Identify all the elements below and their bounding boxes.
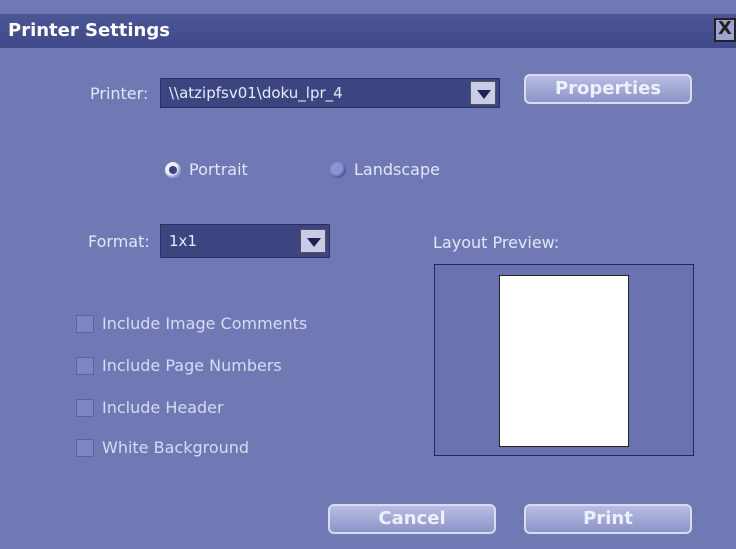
landscape-radio[interactable]: Landscape (330, 160, 440, 179)
include-image-comments-checkbox[interactable]: Include Image Comments (76, 314, 307, 333)
print-button[interactable]: Print (524, 504, 692, 534)
portrait-label: Portrait (189, 160, 248, 179)
include-header-checkbox[interactable]: Include Header (76, 398, 224, 417)
printer-settings-dialog: Printer Settings X Printer: \\atzipfsv01… (0, 0, 736, 549)
close-button[interactable]: X (714, 18, 736, 42)
radio-unchecked-icon (330, 161, 346, 178)
chevron-down-icon[interactable] (300, 229, 326, 253)
format-select[interactable]: 1x1 (160, 224, 330, 258)
checkbox-icon (76, 314, 94, 333)
format-select-value: 1x1 (169, 232, 197, 250)
close-icon: X (718, 18, 732, 39)
white-background-checkbox[interactable]: White Background (76, 438, 249, 457)
include-page-numbers-label: Include Page Numbers (102, 356, 282, 375)
dialog-title: Printer Settings (8, 20, 170, 41)
checkbox-icon (76, 398, 94, 417)
layout-preview-label: Layout Preview: (433, 233, 560, 252)
radio-checked-icon (165, 161, 181, 178)
properties-button[interactable]: Properties (524, 74, 692, 104)
printer-label: Printer: (90, 84, 149, 103)
chevron-down-icon[interactable] (470, 81, 496, 105)
title-bar: Printer Settings X (0, 14, 736, 48)
printer-select[interactable]: \\atzipfsv01\doku_lpr_4 (160, 78, 500, 108)
format-label: Format: (88, 232, 150, 251)
landscape-label: Landscape (354, 160, 440, 179)
include-header-label: Include Header (102, 398, 224, 417)
checkbox-icon (76, 438, 94, 457)
white-background-label: White Background (102, 438, 250, 457)
printer-select-value: \\atzipfsv01\doku_lpr_4 (169, 84, 343, 102)
cancel-button[interactable]: Cancel (328, 504, 496, 534)
include-image-comments-label: Include Image Comments (102, 314, 308, 333)
include-page-numbers-checkbox[interactable]: Include Page Numbers (76, 356, 282, 375)
layout-preview-frame (434, 264, 694, 456)
portrait-radio[interactable]: Portrait (165, 160, 248, 179)
layout-preview-page (499, 275, 629, 447)
checkbox-icon (76, 356, 94, 375)
